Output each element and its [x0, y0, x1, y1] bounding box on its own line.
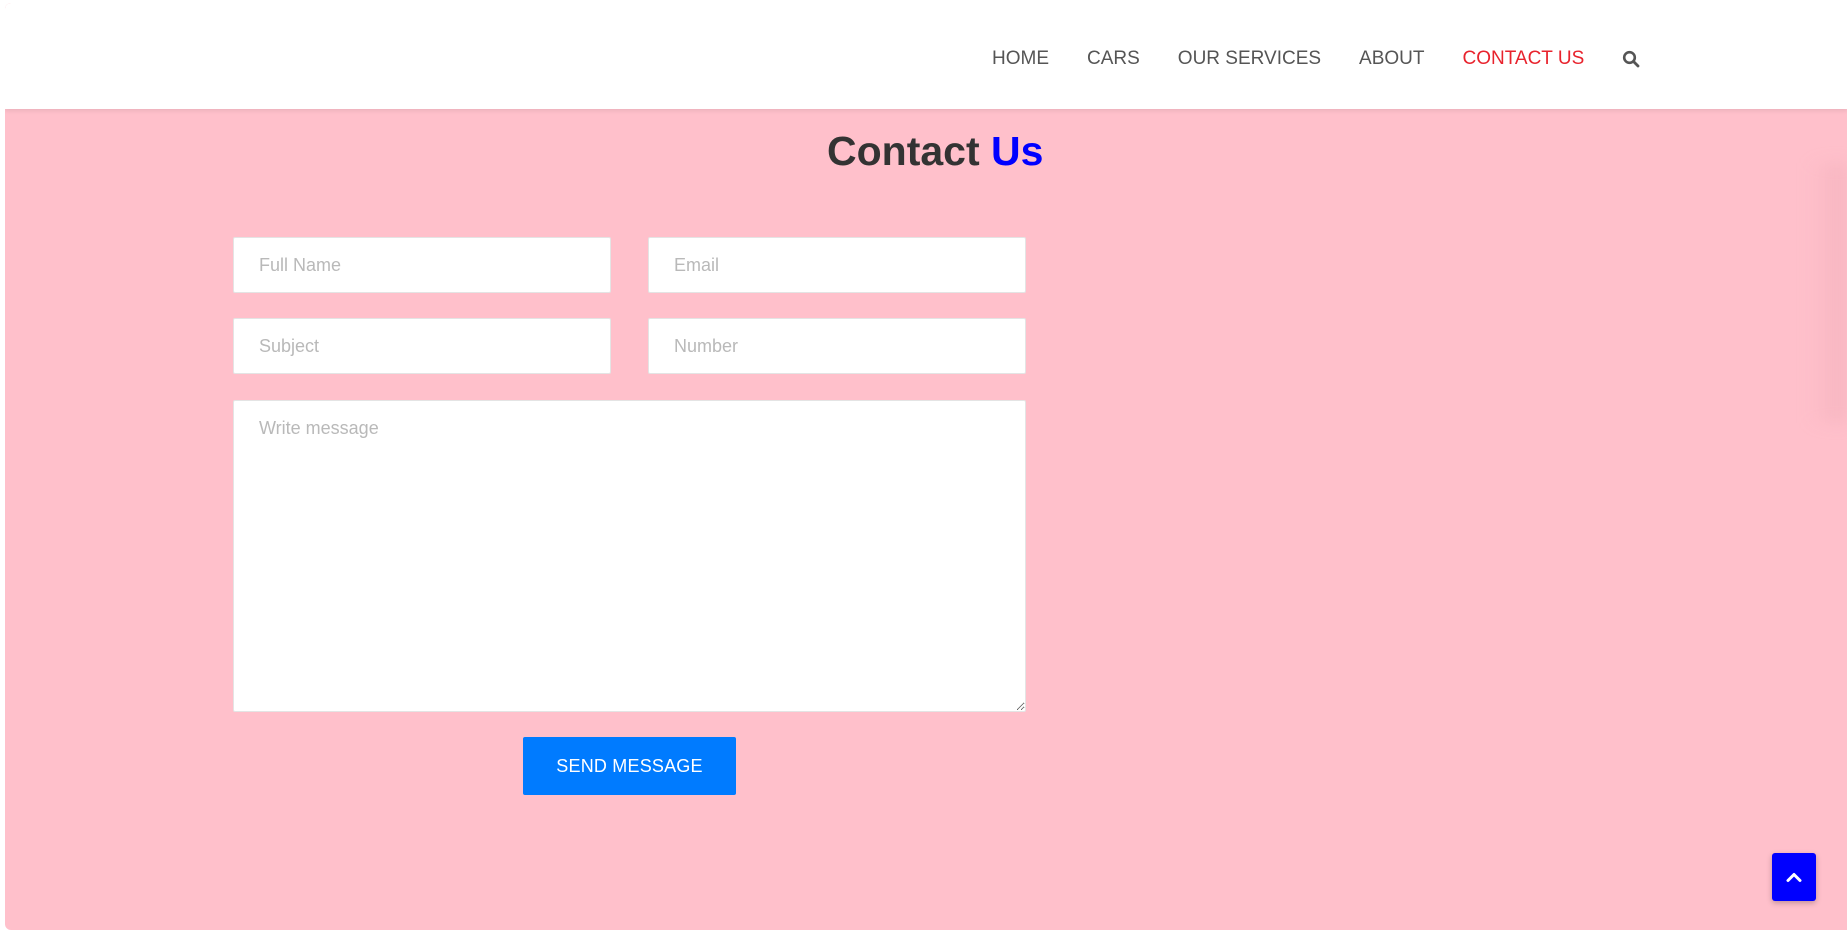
nav-item-contact-us[interactable]: CONTACT US [1463, 48, 1585, 70]
search-icon [1623, 50, 1640, 68]
nav-item-home[interactable]: HOME [992, 48, 1049, 70]
number-input[interactable] [648, 318, 1026, 374]
search-button[interactable] [1620, 48, 1642, 70]
nav-item-our-services[interactable]: OUR SERVICES [1178, 48, 1321, 70]
nav-item-about[interactable]: ABOUT [1359, 48, 1424, 70]
send-message-button[interactable]: SEND MESSAGE [523, 737, 736, 795]
page-title: Contact Us [827, 127, 1043, 175]
email-input[interactable] [648, 237, 1026, 293]
edge-shadow [1807, 163, 1847, 423]
message-textarea[interactable] [233, 400, 1026, 712]
full-name-input[interactable] [233, 237, 611, 293]
page-title-accent: Us [991, 128, 1044, 174]
navbar: HOME CARS OUR SERVICES ABOUT CONTACT US [5, 3, 1847, 109]
chevron-up-icon [1786, 873, 1802, 882]
nav-menu: HOME CARS OUR SERVICES ABOUT CONTACT US [992, 45, 1642, 73]
page-frame: HOME CARS OUR SERVICES ABOUT CONTACT US … [5, 3, 1847, 930]
subject-input[interactable] [233, 318, 611, 374]
scroll-to-top-button[interactable] [1772, 853, 1816, 901]
page-title-main: Contact [827, 128, 991, 174]
nav-item-cars[interactable]: CARS [1087, 48, 1140, 70]
